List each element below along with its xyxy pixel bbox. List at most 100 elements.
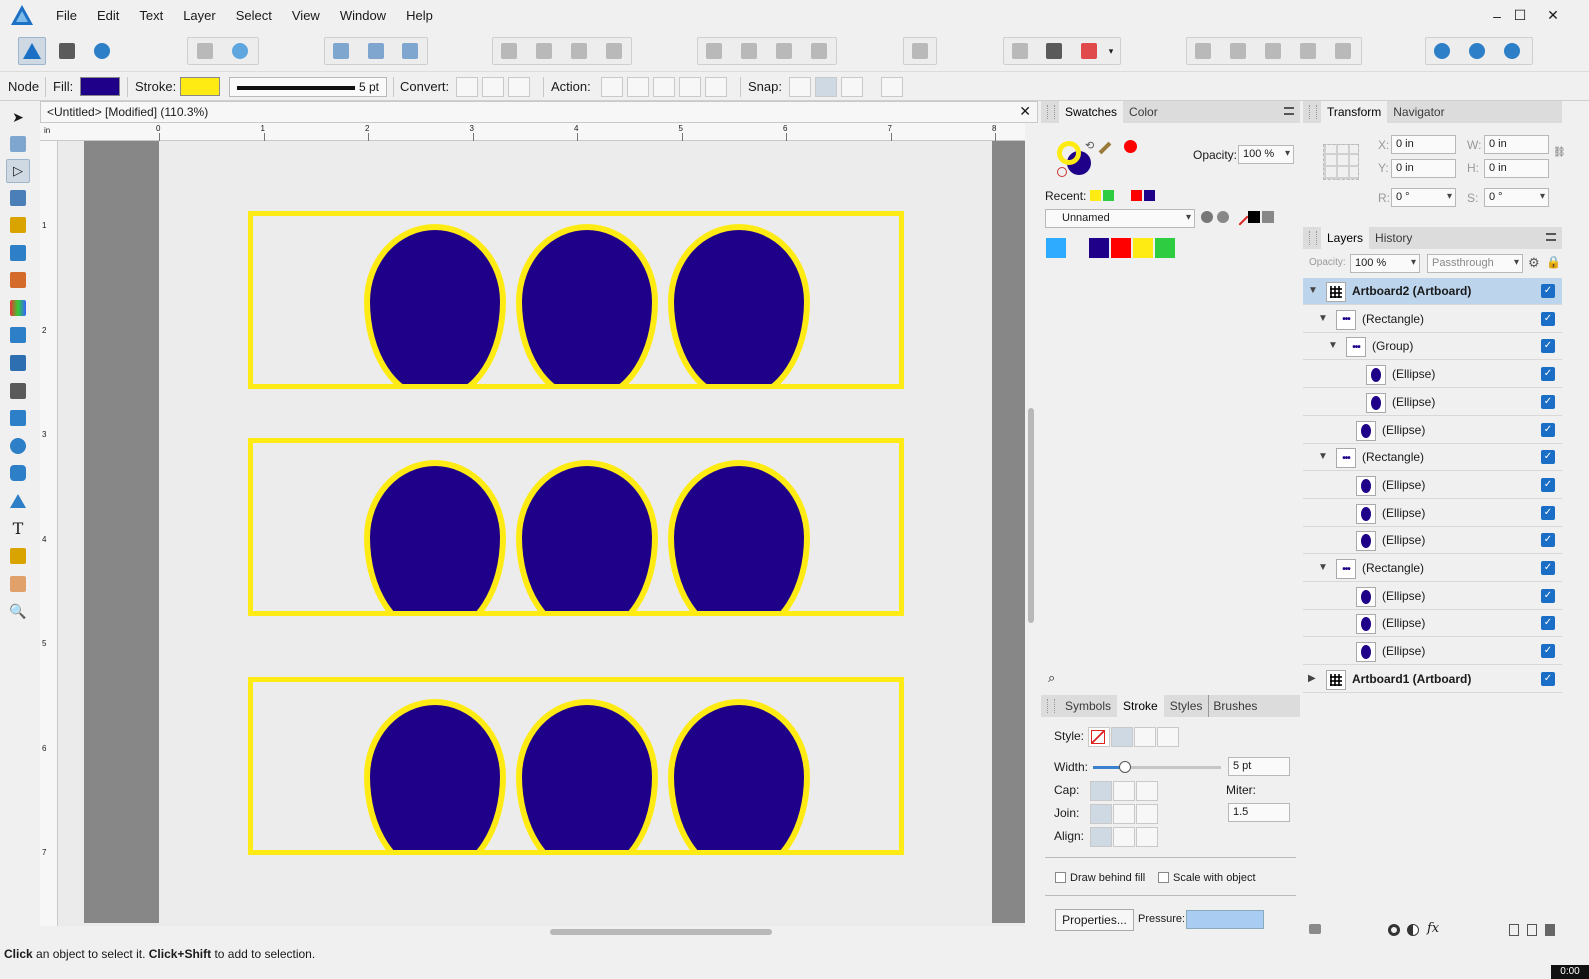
horizontal-scrollbar[interactable]: [40, 926, 1025, 939]
panel-grip[interactable]: [1309, 105, 1317, 119]
width-input[interactable]: 5 pt: [1228, 757, 1290, 776]
snapping-dropdown[interactable]: ▾: [1104, 37, 1118, 65]
rounded-rectangle-tool[interactable]: [6, 461, 30, 485]
disclosure-triangle-icon[interactable]: ▼: [1318, 562, 1330, 573]
arrange-front-button[interactable]: [600, 37, 628, 65]
bevel-join-button[interactable]: [1136, 804, 1158, 824]
ellipse-tool[interactable]: [6, 434, 30, 458]
convert-smart-button[interactable]: [508, 77, 530, 97]
palette-options-icon[interactable]: [1201, 211, 1213, 223]
y-input[interactable]: 0 in: [1391, 159, 1456, 178]
fill-tool[interactable]: [6, 296, 30, 320]
draw-behind-fill-checkbox[interactable]: [1055, 872, 1066, 883]
swap-icon[interactable]: ⟲: [1085, 139, 1094, 152]
align-center-button[interactable]: [1090, 827, 1112, 847]
layer-row[interactable]: (Ellipse) ✓: [1303, 389, 1562, 416]
menu-text[interactable]: Text: [129, 0, 173, 31]
insert-top-button[interactable]: [1498, 37, 1526, 65]
layer-row[interactable]: ▶ Artboard1 (Artboard) ✓: [1303, 666, 1562, 693]
layer-row[interactable]: ▼ ••• (Group) ✓: [1303, 333, 1562, 361]
recent-color-swatch[interactable]: [1144, 190, 1155, 201]
stroke-circle[interactable]: [1057, 141, 1081, 165]
convert-sharp-button[interactable]: [456, 77, 478, 97]
insert-inside-button[interactable]: [1428, 37, 1456, 65]
select-none-button[interactable]: [362, 37, 390, 65]
layers-stack-icon[interactable]: [1309, 924, 1321, 934]
lock-icon[interactable]: 🔒: [1546, 255, 1561, 269]
triangle-tool[interactable]: [6, 489, 30, 513]
tab-swatches[interactable]: Swatches: [1059, 101, 1124, 123]
arrange-forward-button[interactable]: [565, 37, 593, 65]
vector-brush-tool[interactable]: [6, 268, 30, 292]
round-cap-button[interactable]: [1113, 781, 1135, 801]
view-tool[interactable]: [6, 572, 30, 596]
eyedropper-icon[interactable]: [1098, 141, 1112, 155]
tab-history[interactable]: History: [1369, 227, 1418, 249]
artboard[interactable]: [159, 141, 992, 923]
tab-color[interactable]: Color: [1123, 101, 1164, 123]
no-fill-button[interactable]: [226, 37, 254, 65]
snapping-options-button[interactable]: [1040, 37, 1068, 65]
scale-with-object-checkbox[interactable]: [1158, 872, 1169, 883]
black-swatch[interactable]: [1248, 211, 1260, 223]
visibility-checkbox[interactable]: ✓: [1541, 533, 1555, 548]
properties-button[interactable]: Properties...: [1055, 909, 1134, 931]
visibility-checkbox[interactable]: ✓: [1541, 616, 1555, 631]
close-document-icon[interactable]: ✕: [1019, 103, 1031, 120]
layer-row[interactable]: ▼ ••• (Rectangle) ✓: [1303, 555, 1562, 582]
brush-stroke-button[interactable]: [1157, 727, 1179, 747]
visibility-checkbox[interactable]: ✓: [1541, 339, 1555, 354]
mask-icon[interactable]: [1388, 924, 1400, 936]
ellipse[interactable]: [516, 224, 658, 384]
none-swatch-icon[interactable]: [1231, 208, 1249, 226]
arrange-backward-button[interactable]: [530, 37, 558, 65]
miter-input[interactable]: 1.5: [1228, 803, 1290, 822]
visibility-checkbox[interactable]: ✓: [1541, 422, 1555, 437]
pencil-tool[interactable]: [6, 241, 30, 265]
palette-swatch[interactable]: [1046, 238, 1066, 258]
app-logo-icon[interactable]: [10, 4, 34, 26]
layer-row[interactable]: (Ellipse) ✓: [1303, 527, 1562, 555]
ellipse[interactable]: [516, 699, 658, 850]
pressure-curve[interactable]: [1186, 910, 1264, 929]
adjustment-icon[interactable]: [1407, 924, 1419, 936]
disclosure-triangle-icon[interactable]: ▼: [1308, 285, 1320, 296]
visibility-checkbox[interactable]: ✓: [1541, 644, 1555, 659]
transform-mode-button[interactable]: [881, 77, 903, 97]
disclosure-triangle-icon[interactable]: ▼: [1328, 340, 1340, 351]
menu-select[interactable]: Select: [226, 0, 282, 31]
ellipse[interactable]: [364, 224, 506, 384]
miter-join-button[interactable]: [1090, 804, 1112, 824]
rectangle-tool[interactable]: [6, 406, 30, 430]
xor-button[interactable]: [1294, 37, 1322, 65]
layer-row[interactable]: ▼ Artboard2 (Artboard) ✓: [1303, 278, 1562, 305]
stroke-swatch[interactable]: [180, 77, 220, 96]
tab-transform[interactable]: Transform: [1321, 101, 1388, 123]
scroll-thumb[interactable]: [550, 929, 772, 935]
flip-horizontal-button[interactable]: [700, 37, 728, 65]
color-picker-tool[interactable]: [6, 544, 30, 568]
square-cap-button[interactable]: [1136, 781, 1158, 801]
snapping-toggle-button[interactable]: [1075, 37, 1103, 65]
visibility-checkbox[interactable]: ✓: [1541, 284, 1555, 298]
rotate-left-button[interactable]: [770, 37, 798, 65]
recent-color-swatch[interactable]: [1131, 190, 1142, 201]
ellipse[interactable]: [516, 460, 658, 611]
ellipse[interactable]: [364, 699, 506, 850]
text-tool[interactable]: T: [6, 516, 30, 540]
visibility-checkbox[interactable]: ✓: [1541, 505, 1555, 520]
w-input[interactable]: 0 in: [1484, 135, 1549, 154]
subtract-button[interactable]: [1224, 37, 1252, 65]
move-tool[interactable]: ➤: [6, 105, 30, 129]
invert-selection-button[interactable]: [396, 37, 424, 65]
snap-option-2-button[interactable]: [815, 77, 837, 97]
palette-swatch[interactable]: [1133, 238, 1153, 258]
designer-persona-button[interactable]: [18, 37, 46, 65]
export-persona-button[interactable]: [88, 37, 116, 65]
align-outside-button[interactable]: [1136, 827, 1158, 847]
menu-layer[interactable]: Layer: [173, 0, 226, 31]
layer-row[interactable]: ▼ ••• (Rectangle) ✓: [1303, 306, 1562, 333]
zoom-tool[interactable]: 🔍: [6, 599, 30, 623]
pen-tool[interactable]: [6, 213, 30, 237]
crop-tool[interactable]: [6, 379, 30, 403]
